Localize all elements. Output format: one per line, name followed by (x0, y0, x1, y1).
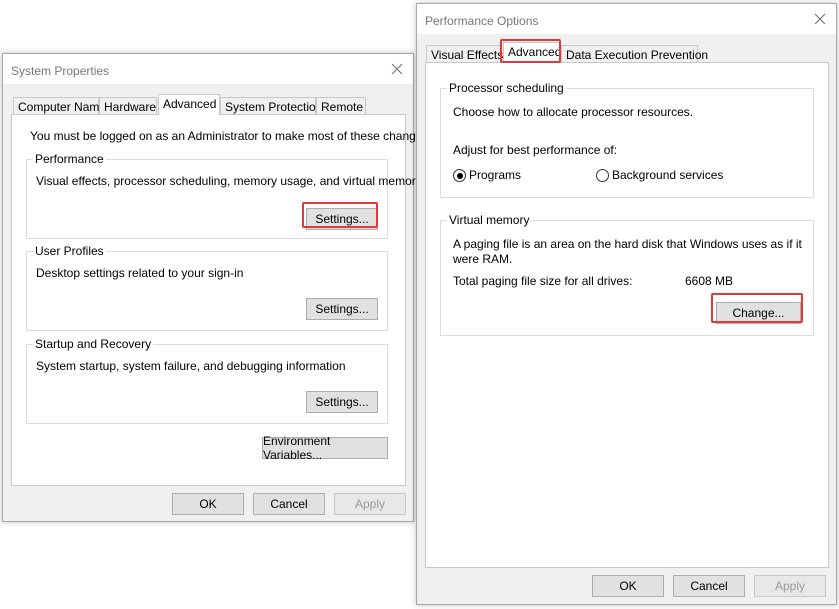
background-services-label[interactable]: Background services (612, 168, 723, 182)
virtual-memory-description-line2: were RAM. (453, 252, 513, 266)
title-bar: Performance Options (417, 4, 836, 34)
button-label: Settings... (315, 212, 369, 226)
window-title: Performance Options (425, 14, 539, 28)
button-label: Change... (732, 306, 785, 320)
user-profiles-description: Desktop settings related to your sign-in (36, 266, 244, 280)
tab-panel: You must be logged on as an Administrato… (11, 114, 432, 486)
tab-advanced[interactable]: Advanced (503, 42, 561, 63)
tab-label: System Protection (225, 100, 323, 114)
tab-remote[interactable]: Remote (316, 97, 366, 115)
tab-label: Advanced (163, 97, 217, 111)
startup-recovery-settings-button[interactable]: Settings... (306, 391, 378, 413)
performance-options-window: Performance Options Visual Effects Advan… (416, 3, 837, 605)
user-profiles-settings-button[interactable]: Settings... (306, 298, 378, 320)
processor-scheduling-group: Processor scheduling Choose how to alloc… (440, 81, 814, 198)
window-title: System Properties (11, 64, 110, 78)
performance-group: Performance Visual effects, processor sc… (26, 152, 422, 239)
button-label: Cancel (270, 497, 308, 511)
processor-scheduling-label: Processor scheduling (447, 81, 566, 95)
tab-computer-name[interactable]: Computer Name (13, 97, 106, 115)
tab-system-protection[interactable]: System Protection (220, 97, 322, 115)
cancel-button[interactable]: Cancel (253, 493, 325, 515)
button-label: OK (619, 579, 637, 593)
close-icon[interactable] (810, 9, 830, 29)
total-paging-value: 6608 MB (685, 274, 734, 288)
virtual-memory-group: Virtual memory A paging file is an area … (440, 213, 814, 336)
apply-button[interactable]: Apply (754, 575, 826, 597)
performance-description: Visual effects, processor scheduling, me… (36, 174, 422, 188)
close-icon[interactable] (387, 59, 407, 79)
tab-label: Advanced (508, 45, 562, 59)
programs-radio[interactable] (453, 169, 466, 182)
tab-label: Remote (321, 100, 364, 114)
tab-visual-effects[interactable]: Visual Effects (426, 45, 504, 63)
tab-label: Computer Name (18, 100, 107, 114)
virtual-memory-label: Virtual memory (447, 213, 532, 227)
total-paging-label: Total paging file size for all drives: (453, 274, 633, 288)
tab-advanced[interactable]: Advanced (158, 94, 220, 115)
tab-data-execution-prevention[interactable]: Data Execution Prevention (561, 45, 708, 63)
button-label: Settings... (315, 395, 369, 409)
ok-button[interactable]: OK (592, 575, 664, 597)
user-profiles-group: User Profiles Desktop settings related t… (26, 244, 388, 331)
startup-recovery-description: System startup, system failure, and debu… (36, 359, 346, 373)
processor-scheduling-description: Choose how to allocate processor resourc… (453, 105, 694, 119)
tab-label: Data Execution Prevention (566, 48, 709, 62)
performance-settings-button[interactable]: Settings... (306, 208, 378, 230)
admin-note: You must be logged on as an Administrato… (30, 129, 432, 143)
programs-label[interactable]: Programs (469, 168, 521, 182)
tab-label: Hardware (104, 100, 157, 114)
startup-recovery-group: Startup and Recovery System startup, sys… (26, 337, 388, 424)
button-label: Settings... (315, 302, 369, 316)
background-services-radio[interactable] (596, 169, 609, 182)
change-button[interactable]: Change... (716, 302, 801, 324)
system-properties-window: System Properties Computer Name Hardware… (2, 53, 432, 522)
button-label: Apply (354, 497, 386, 511)
button-label: Apply (774, 579, 806, 593)
performance-label: Performance (33, 152, 106, 166)
button-label: Environment Variables... (263, 434, 331, 462)
startup-recovery-label: Startup and Recovery (33, 337, 154, 351)
virtual-memory-description-line1: A paging file is an area on the hard dis… (453, 237, 802, 251)
cancel-button[interactable]: Cancel (673, 575, 745, 597)
button-label: Cancel (690, 579, 728, 593)
adjust-label: Adjust for best performance of: (453, 143, 618, 157)
button-label: OK (199, 497, 217, 511)
apply-button[interactable]: Apply (334, 493, 406, 515)
environment-variables-button[interactable]: Environment Variables... (262, 434, 388, 462)
tab-label: Visual Effects (431, 48, 504, 62)
ok-button[interactable]: OK (172, 493, 244, 515)
title-bar: System Properties (3, 54, 413, 84)
tab-hardware[interactable]: Hardware (99, 97, 157, 115)
tab-panel: Processor scheduling Choose how to alloc… (425, 62, 829, 568)
user-profiles-label: User Profiles (33, 244, 106, 258)
radio-selected-dot (456, 172, 463, 179)
